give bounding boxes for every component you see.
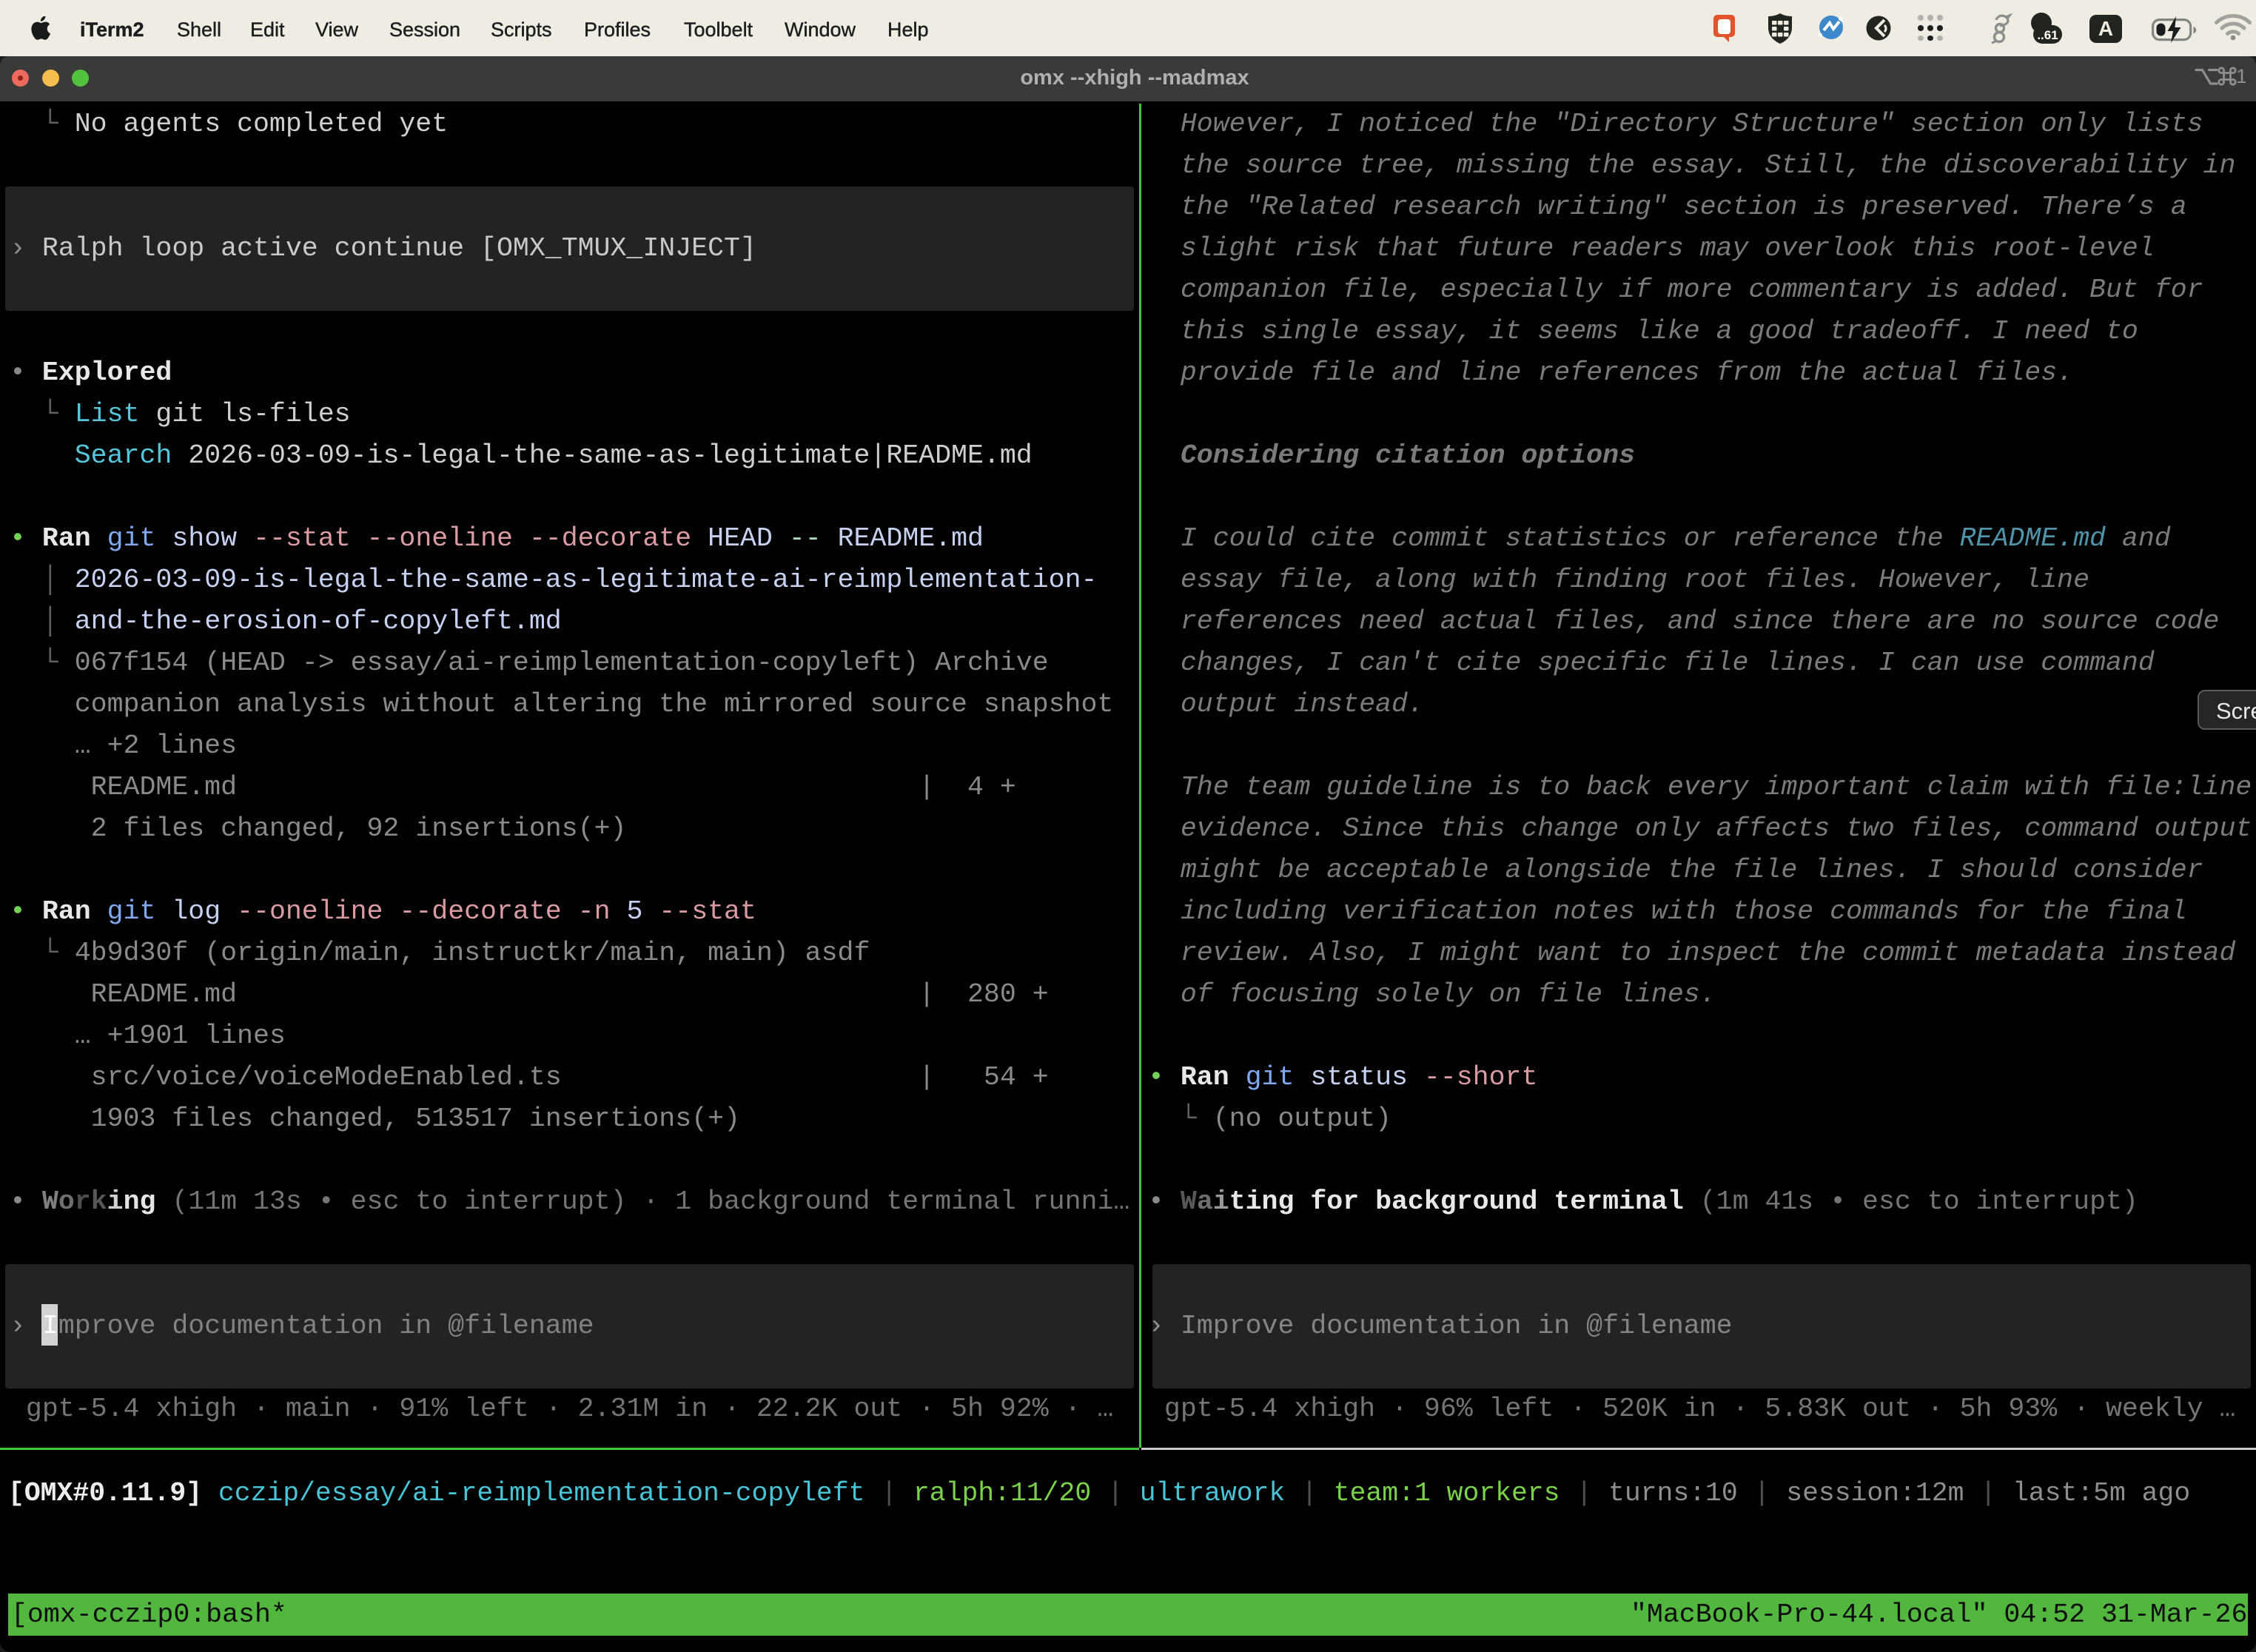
svg-text:1: 1	[2236, 65, 2246, 87]
svg-text:..61: ..61	[2037, 28, 2058, 42]
